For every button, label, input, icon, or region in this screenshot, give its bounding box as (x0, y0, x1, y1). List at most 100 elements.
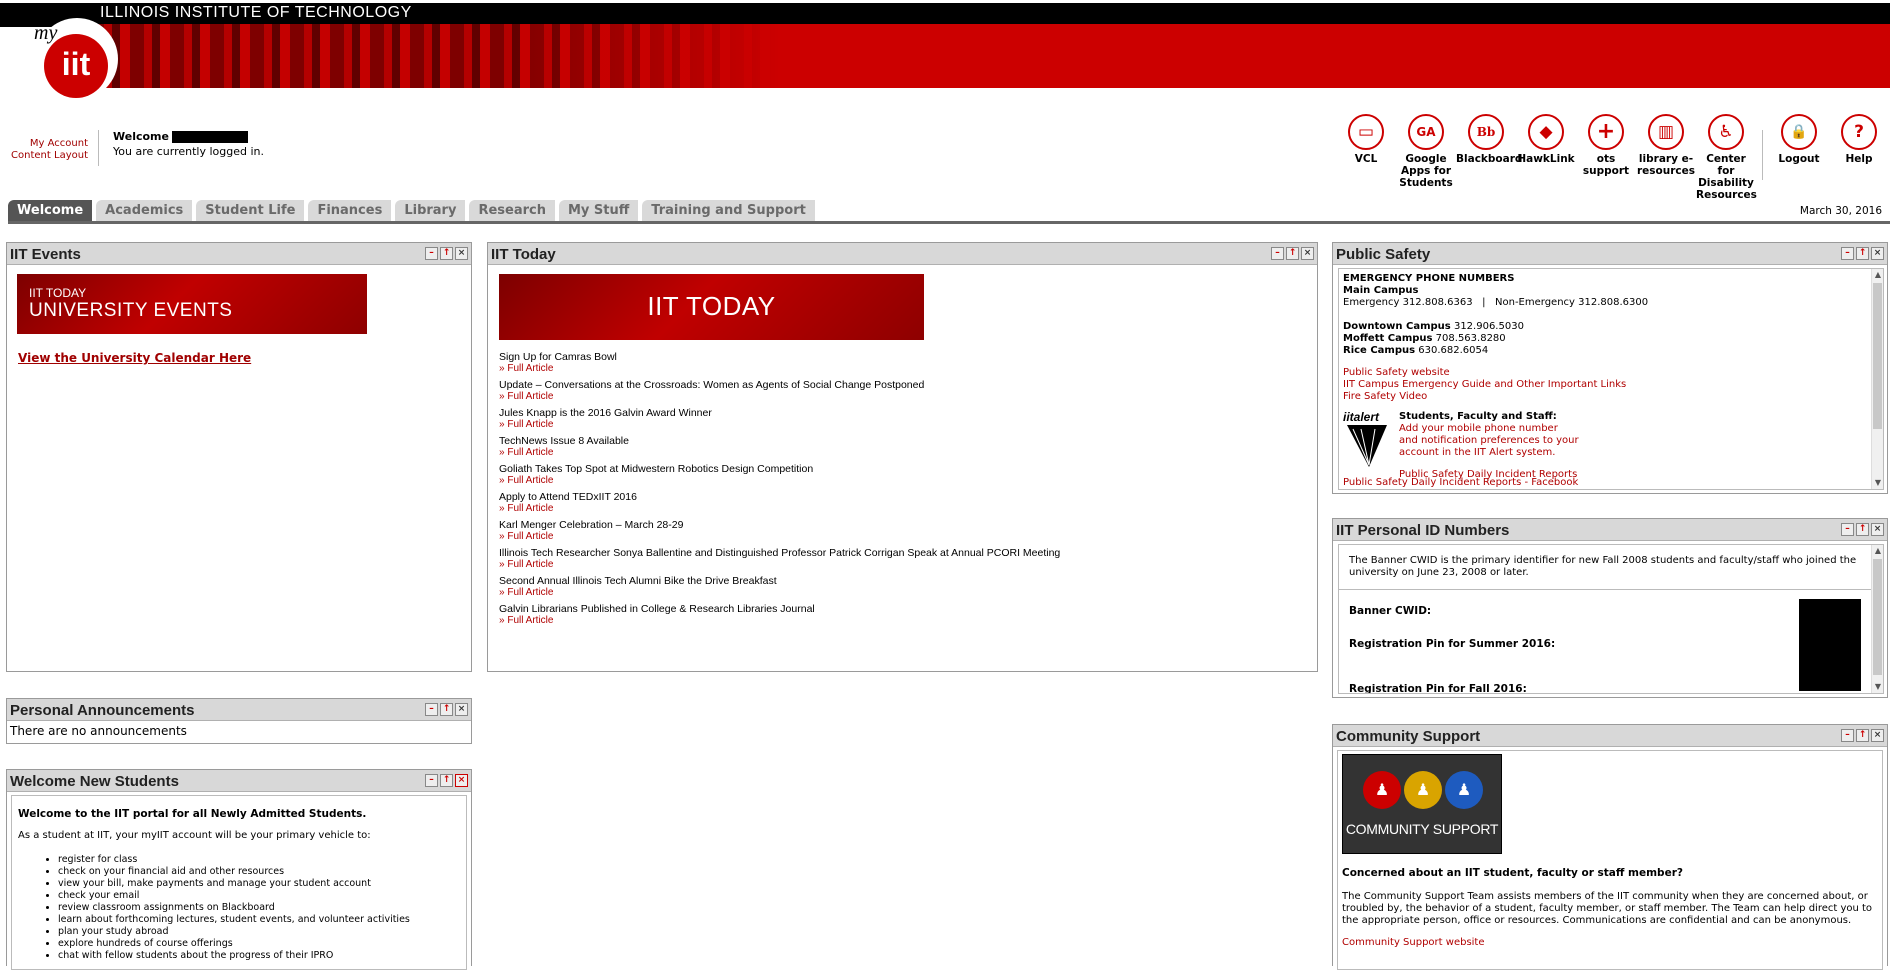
maximize-icon[interactable]: ↑ (440, 774, 453, 787)
minimize-icon[interactable]: – (1841, 729, 1854, 742)
maximize-icon[interactable]: ↑ (1856, 247, 1869, 260)
news-title: Jules Knapp is the 2016 Galvin Award Win… (499, 407, 712, 419)
new-students-intro: As a student at IIT, your myIIT account … (18, 830, 371, 841)
tab-finances[interactable]: Finances (308, 200, 392, 222)
tab-student-life[interactable]: Student Life (196, 200, 305, 222)
alert-line-3[interactable]: account in the IIT Alert system. (1399, 447, 1555, 459)
incident-reports-facebook-link[interactable]: Public Safety Daily Incident Reports - F… (1343, 477, 1863, 489)
minimize-icon[interactable]: – (1271, 247, 1284, 260)
id-scrollbar[interactable]: ▲ ▼ (1871, 545, 1883, 693)
quick-link-google-apps[interactable]: GA Google Apps for Students (1396, 114, 1456, 194)
quick-link-disability-resources[interactable]: ♿ Center for Disability Resources (1696, 114, 1757, 201)
quick-link-label: VCL (1354, 153, 1378, 165)
maximize-icon[interactable]: ↑ (1856, 523, 1869, 536)
quick-link-hawklink[interactable]: ◆ HawkLink (1516, 114, 1576, 194)
community-support-logo[interactable]: ♟ ♟ ♟ COMMUNITY SUPPORT (1342, 754, 1502, 854)
university-events-banner[interactable]: IIT TODAY UNIVERSITY EVENTS (17, 274, 367, 334)
portlet-title: Personal Announcements (10, 702, 195, 719)
full-article-link[interactable]: » Full Article (499, 531, 1299, 542)
tab-my-stuff[interactable]: My Stuff (558, 200, 639, 222)
list-item: plan your study abroad (58, 926, 410, 938)
minimize-icon[interactable]: – (425, 703, 438, 716)
close-icon[interactable]: × (455, 247, 468, 260)
close-icon[interactable]: × (1871, 729, 1884, 742)
quick-link-label: Center for Disability Resources (1696, 153, 1757, 201)
quick-link-vcl[interactable]: ▭ VCL (1336, 114, 1396, 194)
iit-alert-block: iitalert Students, Faculty and Staff: Ad… (1343, 411, 1863, 473)
myiit-logo[interactable]: my iit (34, 18, 118, 100)
full-article-link[interactable]: » Full Article (499, 503, 1299, 514)
rice-label: Rice Campus (1343, 345, 1416, 356)
content-layout-link[interactable]: Content Layout (8, 150, 88, 162)
alert-line-2[interactable]: and notification preferences to your (1399, 435, 1579, 447)
portlet-controls: – ↑ × (1839, 523, 1884, 536)
minimize-icon[interactable]: – (1841, 523, 1854, 536)
id-scroll-area[interactable]: The Banner CWID is the primary identifie… (1338, 544, 1884, 694)
maximize-icon[interactable]: ↑ (1856, 729, 1869, 742)
full-article-link[interactable]: » Full Article (499, 615, 1299, 626)
scroll-up-icon[interactable]: ▲ (1872, 545, 1883, 557)
public-safety-website-link[interactable]: Public Safety website (1343, 367, 1863, 379)
scroll-thumb[interactable] (1873, 559, 1882, 675)
portlet-controls: – ↑ × (423, 774, 468, 787)
help-icon: ? (1841, 114, 1877, 150)
close-icon[interactable]: × (1871, 523, 1884, 536)
public-safety-scroll-area[interactable]: EMERGENCY PHONE NUMBERS Main Campus Emer… (1338, 268, 1884, 490)
alert-triangle-icon (1347, 425, 1387, 467)
quick-link-label: HawkLink (1517, 153, 1575, 165)
full-article-link[interactable]: » Full Article (499, 419, 1299, 430)
minimize-icon[interactable]: – (425, 247, 438, 260)
full-article-link[interactable]: » Full Article (499, 363, 1299, 374)
quick-link-blackboard[interactable]: Bb Blackboard (1456, 114, 1522, 194)
scroll-up-icon[interactable]: ▲ (1872, 269, 1883, 281)
minimize-icon[interactable]: – (1841, 247, 1854, 260)
my-account-link[interactable]: My Account (8, 138, 88, 150)
maximize-icon[interactable]: ↑ (440, 247, 453, 260)
tab-training-support[interactable]: Training and Support (642, 200, 815, 222)
scroll-down-icon[interactable]: ▼ (1872, 477, 1883, 489)
public-safety-scrollbar[interactable]: ▲ ▼ (1871, 269, 1883, 489)
tab-academics[interactable]: Academics (96, 200, 193, 222)
moffett-label: Moffett Campus (1343, 333, 1433, 344)
maximize-icon[interactable]: ↑ (1286, 247, 1299, 260)
news-title: Update – Conversations at the Crossroads… (499, 379, 925, 391)
tab-research[interactable]: Research (469, 200, 555, 222)
monitor-icon: ▭ (1348, 114, 1384, 150)
logout-button[interactable]: 🔒 Logout (1769, 114, 1829, 194)
quick-link-library-e-resources[interactable]: ▥ library e-resources (1636, 114, 1696, 194)
banner-line-2: UNIVERSITY EVENTS (29, 300, 233, 321)
close-icon[interactable]: × (455, 703, 468, 716)
full-article-link[interactable]: » Full Article (499, 475, 1299, 486)
welcome-block: Welcome You are currently logged in. (113, 129, 264, 159)
new-students-heading: Welcome to the IIT portal for all Newly … (18, 808, 367, 820)
minimize-icon[interactable]: – (425, 774, 438, 787)
fire-safety-video-link[interactable]: Fire Safety Video (1343, 391, 1863, 403)
portlet-title: IIT Events (10, 246, 81, 263)
scroll-down-icon[interactable]: ▼ (1872, 681, 1883, 693)
scroll-thumb[interactable] (1873, 283, 1882, 429)
emergency-guide-link[interactable]: IIT Campus Emergency Guide and Other Imp… (1343, 379, 1863, 391)
community-support-link[interactable]: Community Support website (1342, 937, 1485, 948)
full-article-link[interactable]: » Full Article (499, 391, 1299, 402)
close-icon[interactable]: × (455, 774, 468, 787)
list-item: register for class (58, 854, 410, 866)
tab-library[interactable]: Library (395, 200, 466, 222)
list-item: Karl Menger Celebration – March 28-29» F… (499, 519, 1299, 542)
tab-underline (8, 221, 1890, 224)
full-article-link[interactable]: » Full Article (499, 587, 1299, 598)
list-item: learn about forthcoming lectures, studen… (58, 914, 410, 926)
close-icon[interactable]: × (1301, 247, 1314, 260)
full-article-link[interactable]: » Full Article (499, 447, 1299, 458)
portlet-public-safety: Public Safety – ↑ × EMERGENCY PHONE NUMB… (1332, 242, 1888, 494)
list-item: Goliath Takes Top Spot at Midwestern Rob… (499, 463, 1299, 486)
alert-line-1[interactable]: Add your mobile phone number (1399, 423, 1558, 435)
university-calendar-link[interactable]: View the University Calendar Here (18, 351, 251, 365)
close-icon[interactable]: × (1871, 247, 1884, 260)
moffett-number: 708.563.8280 (1435, 333, 1506, 344)
help-button[interactable]: ? Help (1829, 114, 1889, 194)
maximize-icon[interactable]: ↑ (440, 703, 453, 716)
tab-welcome[interactable]: Welcome (8, 200, 93, 222)
iit-today-banner[interactable]: IIT TODAY (499, 274, 924, 340)
quick-link-ots-support[interactable]: + ots support (1576, 114, 1636, 194)
full-article-link[interactable]: » Full Article (499, 559, 1299, 570)
